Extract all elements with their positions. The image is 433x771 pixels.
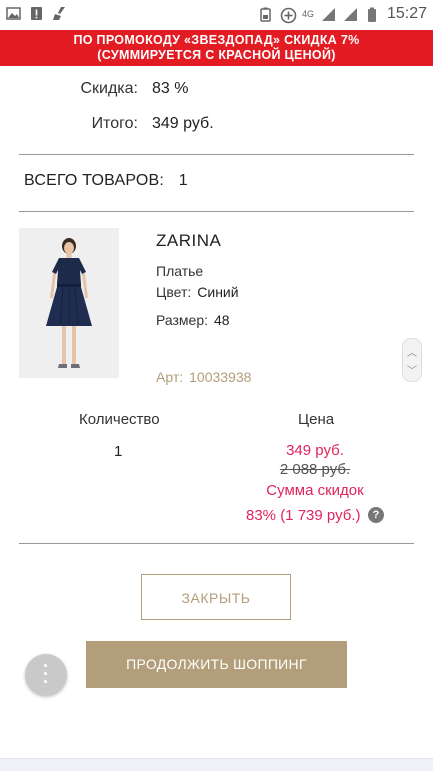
signal-icon <box>343 7 358 22</box>
product-color-label: Цвет: <box>156 284 192 300</box>
price-header: Цена <box>298 411 335 428</box>
price-current: 349 руб. <box>286 442 344 459</box>
clock: 15:27 <box>386 5 427 22</box>
total-label: Итого: <box>91 115 138 132</box>
add-circle-icon <box>280 7 297 23</box>
chevron-down-icon[interactable]: ﹀ <box>403 362 421 377</box>
bottom-bar <box>0 758 433 771</box>
divider <box>19 543 414 544</box>
status-bar: 4G 15:27 <box>0 0 433 30</box>
article-label: Арт: <box>156 369 184 385</box>
promo-line-2: (СУММИРУЕТСЯ С КРАСНОЙ ЦЕНОЙ) <box>97 48 336 62</box>
product-size-label: Размер: <box>156 312 209 328</box>
product-type: Платье <box>156 263 204 279</box>
chevron-up-icon[interactable]: ︿ <box>403 344 421 359</box>
product-color: Цвет: Синий <box>156 284 239 300</box>
article-value: 10033938 <box>189 369 252 385</box>
product-article: Арт: 10033938 <box>156 369 251 385</box>
battery-saver-icon <box>258 7 273 22</box>
signal-icon <box>321 7 336 22</box>
total-goods: ВСЕГО ТОВАРОВ: 1 <box>24 172 188 190</box>
discount-sum-label: Сумма скидок <box>266 482 364 499</box>
total-goods-label: ВСЕГО ТОВАРОВ: <box>24 172 165 189</box>
product-size-value: 48 <box>214 312 230 328</box>
promo-line-1: ПО ПРОМОКОДУ «ЗВЕЗДОПАД» СКИДКА 7% <box>73 33 360 47</box>
close-button[interactable]: ЗАКРЫТЬ <box>141 574 291 620</box>
product-color-value: Синий <box>197 284 239 300</box>
continue-shopping-button[interactable]: ПРОДОЛЖИТЬ ШОППИНГ <box>86 641 347 688</box>
battery-icon <box>365 7 380 22</box>
alert-icon <box>29 6 44 21</box>
total-goods-count: 1 <box>178 172 188 189</box>
product-image[interactable] <box>19 228 119 378</box>
quantity-value: 1 <box>114 443 123 460</box>
network-type: 4G <box>301 8 314 19</box>
divider <box>19 211 414 212</box>
promo-banner[interactable]: ПО ПРОМОКОДУ «ЗВЕЗДОПАД» СКИДКА 7% (СУММ… <box>0 30 433 66</box>
product-brand[interactable]: ZARINA <box>156 231 221 251</box>
question-icon[interactable]: ? <box>368 507 384 523</box>
more-options-button[interactable]: · · · <box>25 654 67 696</box>
scroll-widget[interactable]: ︿ ﹀ <box>402 338 422 382</box>
more-vert-icon: · · · <box>43 656 49 692</box>
product-size: Размер: 48 <box>156 312 230 328</box>
broom-icon <box>52 6 67 21</box>
price-old: 2 088 руб. <box>279 461 351 478</box>
quantity-header: Количество <box>79 411 160 428</box>
image-icon <box>6 6 21 21</box>
discount-label: Скидка: <box>80 80 138 97</box>
divider <box>19 154 414 155</box>
total-value: 349 руб. <box>152 115 214 132</box>
discount-value: 83 % <box>152 80 189 97</box>
discount-sum-value: 83% (1 739 руб.) <box>246 507 361 524</box>
